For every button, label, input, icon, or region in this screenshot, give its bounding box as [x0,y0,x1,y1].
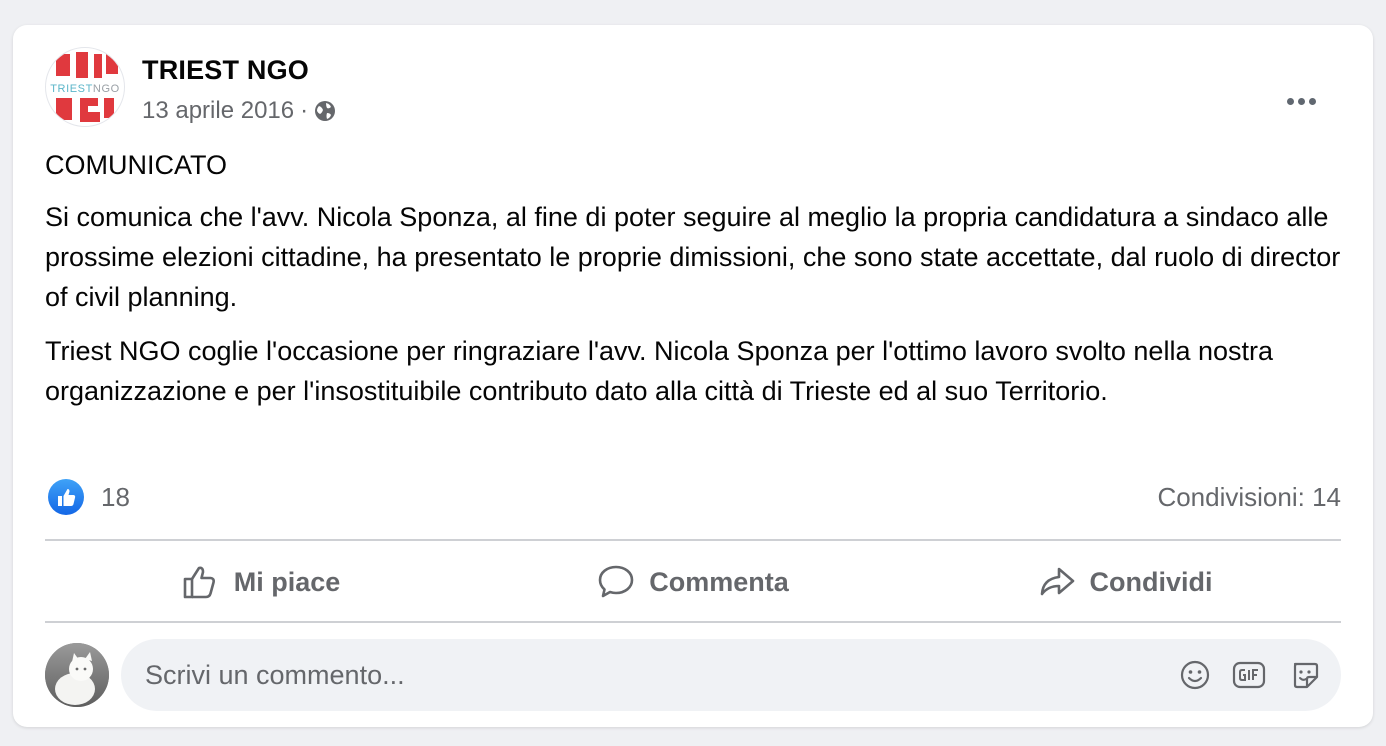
gif-icon[interactable] [1231,657,1267,693]
comment-bubble-icon [598,565,634,598]
emoji-icon[interactable] [1177,657,1213,693]
share-button[interactable]: Condividi [909,541,1341,623]
like-button-label: Mi piace [233,566,341,597]
post-paragraph: Si comunica che l'avv. Nicola Sponza, al… [45,202,1341,312]
dot-icon [1297,97,1305,105]
post-body: COMUNICATO Si comunica che l'avv. Nicola… [45,145,1345,425]
user-avatar[interactable] [45,643,109,707]
comment-button[interactable]: Commenta [477,541,909,623]
more-options-button[interactable] [1281,89,1321,113]
post-paragraph-title: COMUNICATO [45,150,227,180]
share-arrow-icon [1040,567,1074,596]
thumbs-up-icon [183,566,215,599]
dot-icon [1286,97,1294,105]
comment-placeholder: Scrivi un commento... [145,660,405,690]
sticker-icon[interactable] [1287,657,1323,693]
post-card: TRIESTNGO TRIEST NGO 13 aprile 2016 · CO… [13,25,1373,727]
dot-icon [1308,97,1316,105]
share-count[interactable]: Condivisioni: 14 [1157,482,1341,513]
share-button-label: Condividi [1089,566,1213,597]
logo-wordmark: TRIESTNGO [50,83,120,95]
post-meta: 13 aprile 2016 · [142,97,336,125]
divider [45,621,1341,623]
globe-icon[interactable] [314,100,336,122]
page-name-link[interactable]: TRIEST NGO [142,55,309,86]
triest-ngo-logo-icon: TRIESTNGO [50,52,120,122]
post-paragraph: Triest NGO coglie l'occasione per ringra… [45,336,1273,406]
like-button[interactable]: Mi piace [45,541,477,623]
comment-input[interactable]: Scrivi un commento... [121,639,1341,711]
comment-button-label: Commenta [649,566,789,597]
like-reaction-icon[interactable] [48,479,84,515]
post-stats: 18 Condivisioni: 14 [45,477,1341,517]
meta-separator: · [300,97,309,124]
page-avatar[interactable]: TRIESTNGO [45,47,125,127]
action-bar: Mi piace Commenta Condividi [45,541,1341,623]
like-count[interactable]: 18 [101,482,130,513]
comment-composer: Scrivi un commento... [45,639,1341,711]
post-header: TRIESTNGO TRIEST NGO 13 aprile 2016 · [45,47,1341,129]
post-date[interactable]: 13 aprile 2016 [142,97,294,125]
cat-photo-icon [45,643,109,707]
